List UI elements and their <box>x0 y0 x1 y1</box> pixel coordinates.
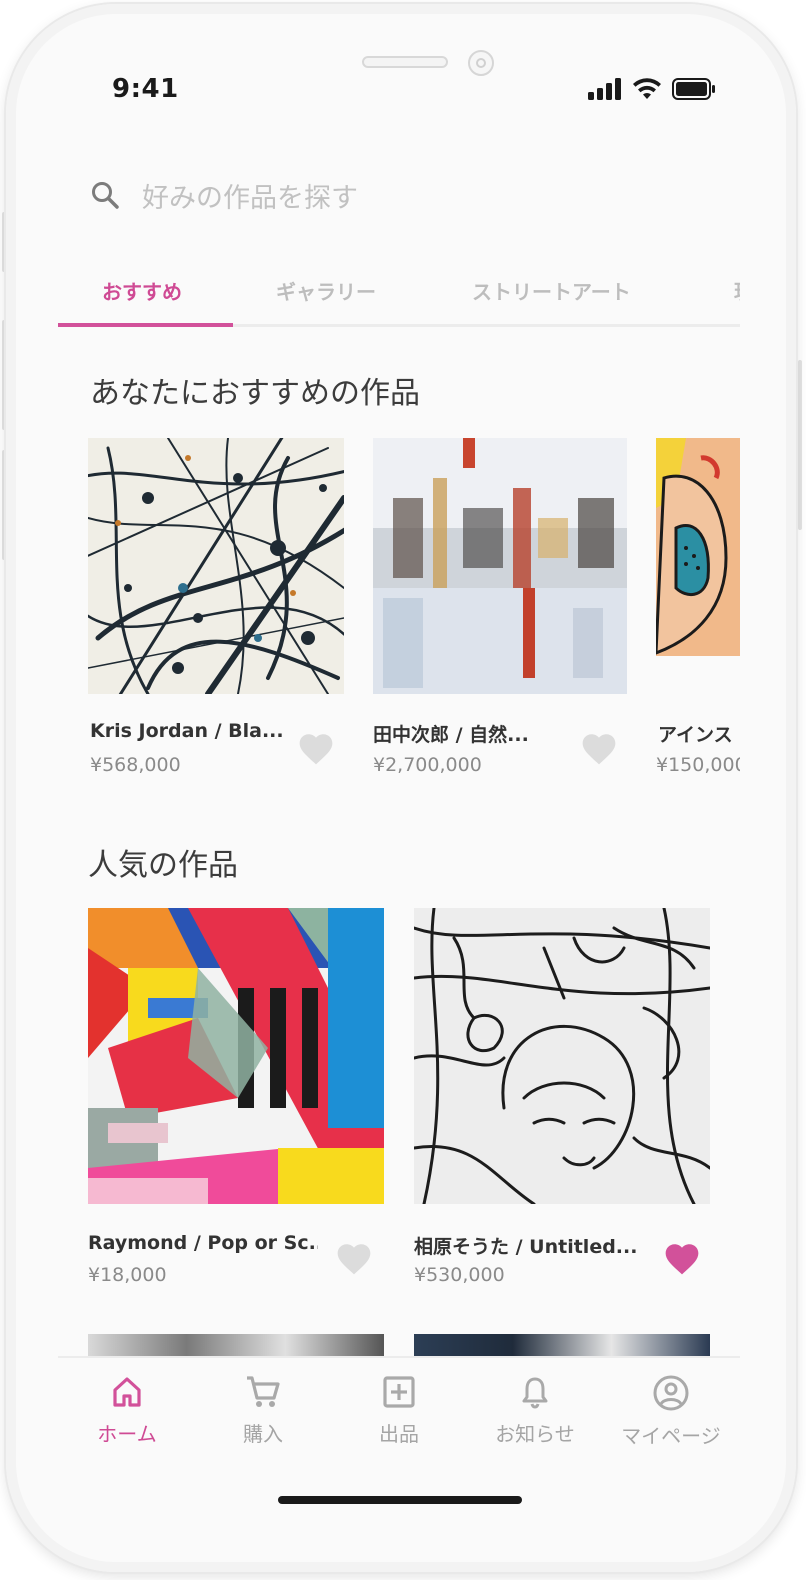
bell-icon <box>522 1377 548 1409</box>
front-camera <box>468 50 494 76</box>
category-tabs: おすすめ ギャラリー ストリートアート 現 <box>58 266 740 328</box>
add-box-icon <box>383 1376 415 1408</box>
nav-notifications[interactable]: お知らせ <box>470 1374 600 1447</box>
search-input[interactable]: 好みの作品を探す <box>142 176 358 215</box>
nav-home-label: ホーム <box>97 1422 157 1446</box>
artwork-image[interactable] <box>88 908 384 1204</box>
search-bar[interactable]: 好みの作品を探す <box>90 172 358 218</box>
artwork-price: ¥2,700,000 <box>373 754 482 776</box>
home-indicator[interactable] <box>278 1496 522 1504</box>
active-tab-indicator <box>58 323 233 327</box>
artwork-image[interactable] <box>656 438 740 656</box>
nav-listing-label: 出品 <box>379 1422 419 1446</box>
heart-icon[interactable] <box>334 1240 374 1276</box>
artwork-price: ¥530,000 <box>414 1264 505 1286</box>
bottom-navigation: ホーム 購入 出品 お知らせ マイページ <box>58 1358 740 1458</box>
artwork-card[interactable]: 相原そうた / Untitled... ¥530,000 <box>414 908 710 1288</box>
artwork-card[interactable]: Kris Jordan / Bla... ¥568,000 <box>88 438 344 788</box>
artwork-price: ¥18,000 <box>88 1264 167 1286</box>
artwork-title[interactable]: Raymond / Pop or Sc... <box>88 1232 318 1254</box>
nav-purchase[interactable]: 購入 <box>198 1374 328 1447</box>
account-icon <box>653 1375 689 1411</box>
nav-home[interactable]: ホーム <box>62 1374 192 1447</box>
artwork-price: ¥150,000 <box>656 754 740 776</box>
home-icon <box>113 1377 141 1407</box>
nav-listing[interactable]: 出品 <box>334 1374 464 1447</box>
signal-icon <box>588 78 621 100</box>
nav-notifications-label: お知らせ <box>495 1422 575 1446</box>
artwork-card[interactable]: アインス ¥150,000 <box>656 438 740 788</box>
tab-street-art[interactable]: ストリートアート <box>472 276 631 305</box>
nav-mypage[interactable]: マイページ <box>606 1374 736 1449</box>
artwork-image-partial[interactable] <box>414 1334 710 1356</box>
recommended-carousel[interactable]: Kris Jordan / Bla... ¥568,000 田中次郎 / 自然.… <box>88 438 740 788</box>
status-icons <box>588 78 716 100</box>
search-icon <box>92 182 119 209</box>
heart-icon[interactable] <box>579 730 619 766</box>
nav-purchase-label: 購入 <box>243 1422 283 1446</box>
artwork-image[interactable] <box>373 438 627 694</box>
section-title-popular: 人気の作品 <box>88 848 238 883</box>
earpiece-speaker <box>362 56 448 68</box>
artwork-title[interactable]: アインス <box>658 720 740 747</box>
artwork-title[interactable]: 相原そうた / Untitled... <box>414 1232 644 1259</box>
artwork-image[interactable] <box>88 438 344 694</box>
tab-gallery[interactable]: ギャラリー <box>276 276 376 305</box>
tab-partial[interactable]: 現 <box>734 276 740 305</box>
section-title-recommended: あなたにおすすめの作品 <box>90 376 420 411</box>
artwork-title[interactable]: Kris Jordan / Bla... <box>90 720 290 742</box>
nav-mypage-label: マイページ <box>621 1424 721 1448</box>
status-time: 9:41 <box>112 74 179 104</box>
heart-icon[interactable] <box>662 1240 702 1276</box>
artwork-image[interactable] <box>414 908 710 1204</box>
battery-icon <box>672 78 715 100</box>
artwork-title[interactable]: 田中次郎 / 自然... <box>373 720 573 747</box>
artwork-card[interactable]: 田中次郎 / 自然... ¥2,700,000 <box>373 438 629 788</box>
artwork-image-partial[interactable] <box>88 1334 384 1356</box>
tab-recommended[interactable]: おすすめ <box>102 276 182 305</box>
artwork-price: ¥568,000 <box>90 754 181 776</box>
side-button-right <box>798 360 802 530</box>
heart-icon[interactable] <box>296 730 336 766</box>
cart-icon <box>247 1376 280 1407</box>
artwork-card[interactable]: Raymond / Pop or Sc... ¥18,000 <box>88 908 384 1288</box>
wifi-icon <box>633 78 661 99</box>
